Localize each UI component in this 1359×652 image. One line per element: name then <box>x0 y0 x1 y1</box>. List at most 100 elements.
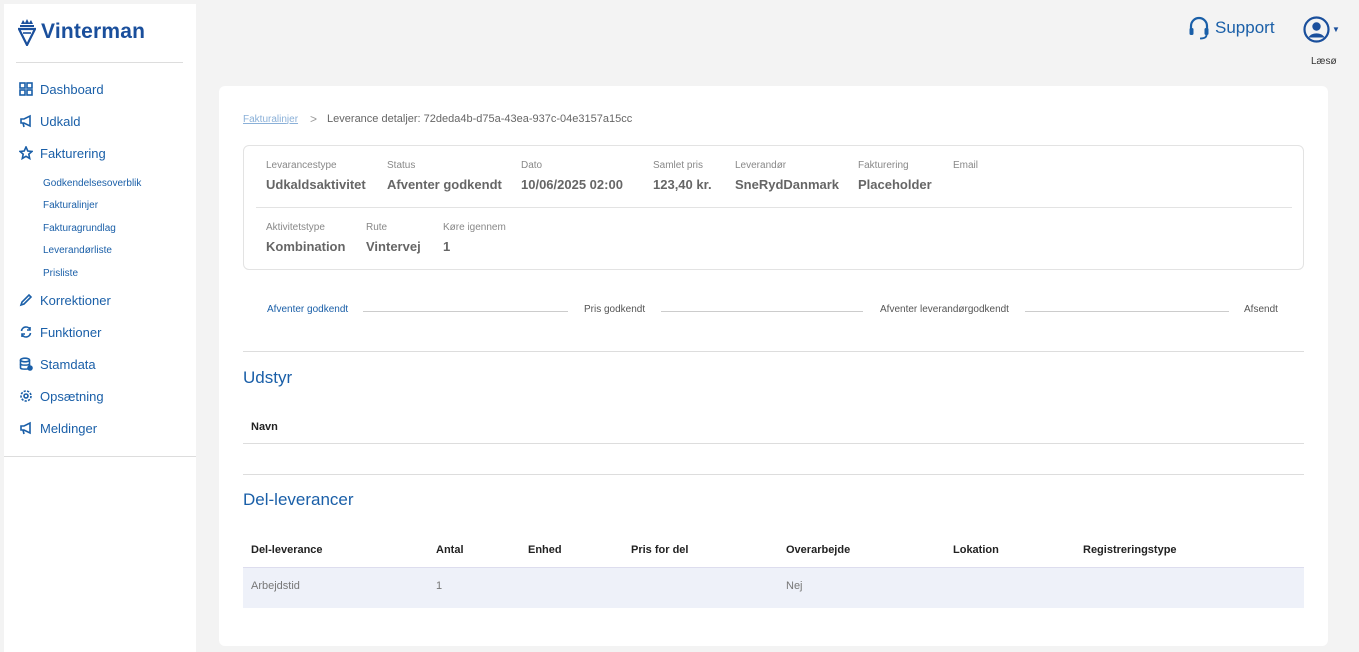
user-avatar-icon <box>1303 16 1330 43</box>
megaphone-icon <box>18 420 34 436</box>
detail-value: Udkaldsaktivitet <box>266 177 366 192</box>
support-button[interactable]: Support <box>1188 16 1275 40</box>
divider <box>4 456 196 457</box>
refresh-icon <box>18 324 34 340</box>
support-label: Support <box>1215 18 1275 37</box>
sidebar-item-meldinger[interactable]: Meldinger <box>18 417 97 439</box>
detail-value: Placeholder <box>858 177 932 192</box>
udstyr-title: Udstyr <box>243 368 293 387</box>
megaphone-icon <box>18 113 34 129</box>
table-line <box>243 443 1304 444</box>
sidebar-item-opsaetning[interactable]: Opsætning <box>18 385 104 407</box>
column-header: Enhed <box>528 544 562 556</box>
sidebar-subitem-leverandorliste[interactable]: Leverandørliste <box>43 245 112 256</box>
column-header: Registreringstype <box>1083 544 1177 556</box>
sidebar-subitem-fakturalinjer[interactable]: Fakturalinjer <box>43 200 98 211</box>
status-stepper: Afventer godkendt Pris godkendt Afventer… <box>243 304 1304 318</box>
breadcrumb-current: Leverance detaljer: 72deda4b-d75a-43ea-9… <box>327 113 633 125</box>
database-icon <box>18 356 34 372</box>
table-cell: 1 <box>436 580 443 592</box>
table-cell: Arbejdstid <box>251 580 300 592</box>
sidebar-item-label: Fakturering <box>40 145 106 161</box>
chevron-right-icon: > <box>310 112 318 126</box>
breadcrumb-link[interactable]: Fakturalinjer <box>243 114 298 125</box>
detail-field: Leverandør SneRydDanmark <box>735 160 839 192</box>
step-connector <box>1025 311 1229 312</box>
logo-text: Vinterman <box>41 20 146 43</box>
sidebar: Vinterman Dashboard Udkald Fakturering G… <box>4 4 196 652</box>
divider <box>243 351 1304 352</box>
sidebar-item-label: Stamdata <box>40 356 96 372</box>
divider <box>256 207 1292 208</box>
detail-field: Email <box>953 160 978 177</box>
sidebar-item-funktioner[interactable]: Funktioner <box>18 321 101 343</box>
column-header: Antal <box>436 544 464 556</box>
sidebar-item-label: Opsætning <box>40 388 104 404</box>
user-name: Læsø <box>1311 56 1337 67</box>
sidebar-item-label: Dashboard <box>40 81 104 97</box>
pencil-icon <box>18 292 34 308</box>
sidebar-item-label: Meldinger <box>40 420 98 436</box>
step-afsendt: Afsendt <box>1241 304 1281 315</box>
detail-label: Dato <box>521 160 543 171</box>
breadcrumb: Fakturalinjer > Leverance detaljer: 72de… <box>243 112 632 126</box>
divider <box>16 62 183 63</box>
del-leverancer-title: Del-leverancer <box>243 490 354 509</box>
sidebar-item-udkald[interactable]: Udkald <box>18 110 80 132</box>
sidebar-item-stamdata[interactable]: Stamdata <box>18 353 96 375</box>
detail-value: 123,40 kr. <box>653 177 712 192</box>
detail-value: 1 <box>443 239 451 254</box>
column-header: Del-leverance <box>251 544 323 556</box>
detail-label: Fakturering <box>858 160 909 171</box>
column-header: Overarbejde <box>786 544 851 556</box>
gear-icon <box>18 388 34 404</box>
detail-field: Dato 10/06/2025 02:00 <box>521 160 623 192</box>
sidebar-subitem-prisliste[interactable]: Prisliste <box>43 268 78 279</box>
detail-label: Levarancestype <box>266 160 337 171</box>
detail-label: Køre igennem <box>443 222 506 233</box>
detail-field: Fakturering Placeholder <box>858 160 932 192</box>
sidebar-subitem-fakturagrundlag[interactable]: Fakturagrundlag <box>43 223 116 234</box>
headset-icon <box>1189 16 1209 40</box>
column-header: Pris for del <box>631 544 689 556</box>
table-cell: Nej <box>786 580 803 592</box>
detail-value: Kombination <box>266 239 346 254</box>
sidebar-item-korrektioner[interactable]: Korrektioner <box>18 289 111 311</box>
detail-field: Køre igennem 1 <box>443 222 506 254</box>
detail-field: Aktivitetstype Kombination <box>266 222 345 254</box>
column-header-navn: Navn <box>251 421 278 433</box>
detail-label: Samlet pris <box>653 160 704 171</box>
detail-value: 10/06/2025 02:00 <box>521 177 623 192</box>
chevron-down-icon: ▼ <box>1332 25 1340 34</box>
sidebar-item-label: Funktioner <box>40 324 102 340</box>
detail-label: Rute <box>366 222 388 233</box>
detail-field: Rute Vintervej <box>366 222 421 254</box>
sidebar-item-fakturering[interactable]: Fakturering <box>18 142 106 164</box>
detail-label: Aktivitetstype <box>266 222 325 233</box>
detail-label: Email <box>953 160 979 171</box>
step-pris-godkendt: Pris godkendt <box>581 304 649 315</box>
sidebar-item-dashboard[interactable]: Dashboard <box>18 78 104 100</box>
main-card: Fakturalinjer > Leverance detaljer: 72de… <box>219 86 1328 646</box>
detail-field: Samlet pris 123,40 kr. <box>653 160 712 192</box>
sidebar-item-label: Udkald <box>40 113 81 129</box>
user-menu-button[interactable]: ▼ <box>1303 16 1340 43</box>
sidebar-item-label: Korrektioner <box>40 292 111 308</box>
table-row[interactable]: Arbejdstid 1 Nej <box>243 567 1304 608</box>
detail-field: Status Afventer godkendt <box>387 160 502 192</box>
step-connector <box>363 311 568 312</box>
step-afventer-leverandorgodkendt: Afventer leverandørgodkendt <box>877 304 1012 315</box>
detail-value: Afventer godkendt <box>387 177 502 192</box>
detail-field: Levarancestype Udkaldsaktivitet <box>266 160 366 192</box>
details-panel: Levarancestype Udkaldsaktivitet Status A… <box>243 145 1304 270</box>
logo[interactable]: Vinterman <box>18 18 145 46</box>
step-connector <box>661 311 863 312</box>
sidebar-subitem-godkendelsesoverblik[interactable]: Godkendelsesoverblik <box>43 178 141 189</box>
detail-label: Status <box>387 160 416 171</box>
dashboard-icon <box>18 81 34 97</box>
column-header: Lokation <box>953 544 999 556</box>
detail-label: Leverandør <box>735 160 787 171</box>
star-icon <box>18 145 34 161</box>
detail-value: SneRydDanmark <box>735 177 840 192</box>
divider <box>243 474 1304 475</box>
